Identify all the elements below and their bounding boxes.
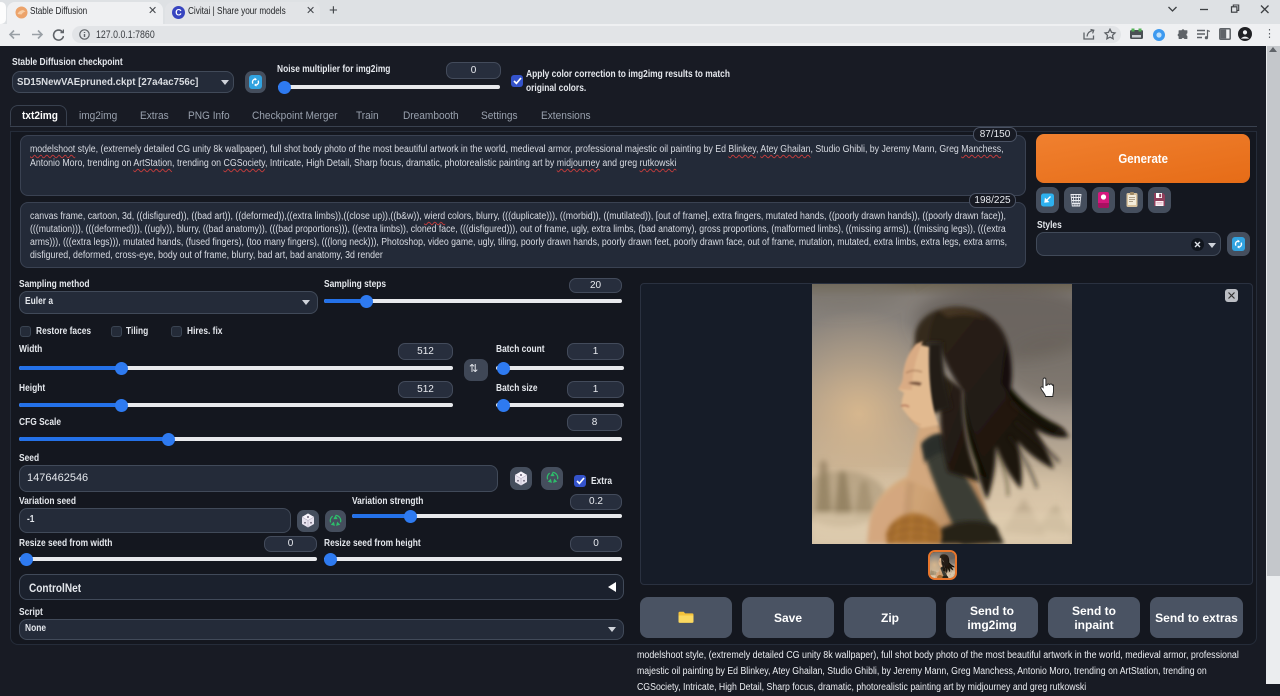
svg-text:C: C bbox=[175, 8, 182, 18]
